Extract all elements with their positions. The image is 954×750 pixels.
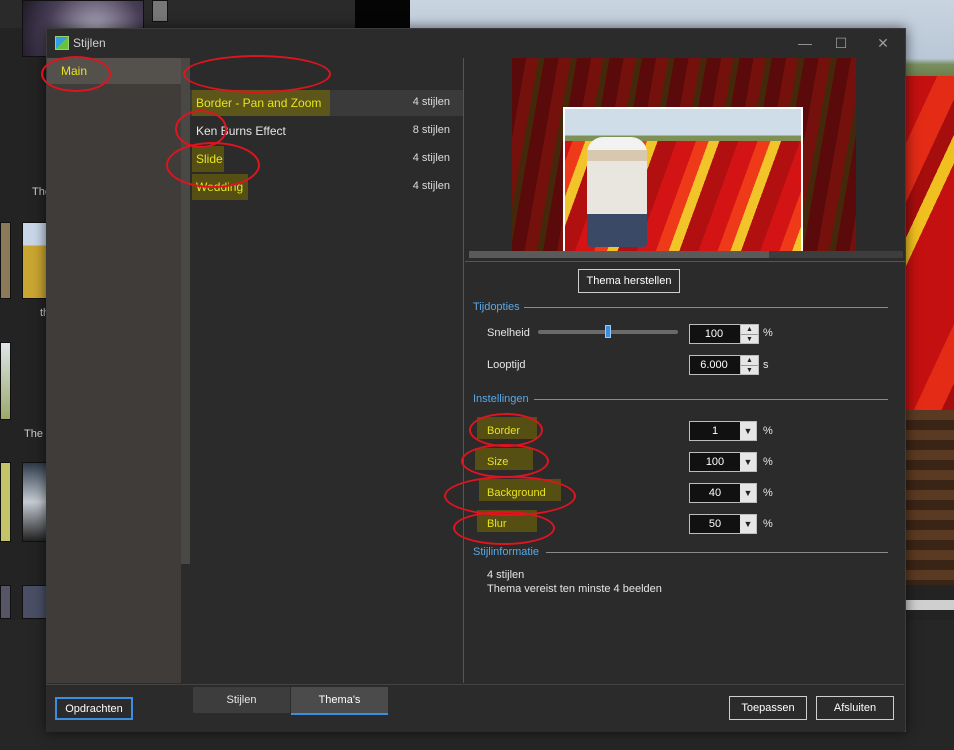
background-thumbnail[interactable] bbox=[0, 222, 11, 299]
section-title-settings: Instellingen bbox=[473, 393, 529, 405]
speed-up-icon[interactable]: ▲ bbox=[741, 325, 758, 334]
background-thumbnail[interactable] bbox=[152, 0, 168, 22]
duration-stepper[interactable]: 6.000 ▲ ▼ bbox=[689, 355, 759, 375]
blur-unit: % bbox=[763, 518, 773, 530]
background-unit: % bbox=[763, 487, 773, 499]
restore-theme-button[interactable]: Thema herstellen bbox=[578, 269, 680, 293]
border-value: 1 bbox=[711, 425, 719, 437]
background-thumbnail[interactable] bbox=[0, 462, 11, 542]
size-label: Size bbox=[487, 456, 509, 468]
section-title-style-info: Stijlinformatie bbox=[473, 546, 540, 558]
minimize-icon[interactable]: — bbox=[795, 33, 815, 53]
chevron-down-icon[interactable]: ▼ bbox=[740, 422, 756, 440]
apply-button[interactable]: Toepassen bbox=[729, 696, 807, 720]
style-name: Ken Burns Effect bbox=[196, 124, 286, 138]
category-pane: Main bbox=[47, 58, 181, 683]
style-count: 8 stijlen bbox=[412, 124, 450, 136]
section-title-time-options: Tijdopties bbox=[473, 301, 520, 313]
style-row-border-pan-zoom[interactable]: Border - Pan and Zoom 4 stijlen bbox=[190, 90, 464, 116]
style-info-requirement: Thema vereist ten minste 4 beelden bbox=[487, 583, 662, 595]
preview-scrollbar[interactable] bbox=[469, 251, 903, 258]
window-title: Stijlen bbox=[73, 36, 106, 50]
border-label: Border bbox=[487, 425, 521, 437]
chevron-down-icon[interactable]: ▼ bbox=[740, 453, 756, 471]
background-value: 40 bbox=[708, 487, 722, 499]
style-count: 4 stijlen bbox=[412, 152, 450, 164]
background-thumbnail[interactable] bbox=[0, 585, 11, 619]
tab-themes[interactable]: Thema's bbox=[291, 687, 388, 715]
speed-value[interactable]: 100 bbox=[690, 328, 738, 340]
chevron-down-icon[interactable]: ▼ bbox=[740, 515, 756, 533]
speed-down-icon[interactable]: ▼ bbox=[741, 334, 758, 344]
style-list: Border - Pan and Zoom 4 stijlen Ken Burn… bbox=[190, 58, 464, 683]
chevron-down-icon[interactable]: ▼ bbox=[740, 484, 756, 502]
speed-stepper[interactable]: 100 ▲ ▼ bbox=[689, 324, 759, 344]
duration-up-icon[interactable]: ▲ bbox=[741, 356, 758, 365]
tab-styles[interactable]: Stijlen bbox=[193, 687, 290, 713]
duration-unit: s bbox=[763, 359, 769, 371]
size-dropdown[interactable]: 100 ▼ bbox=[689, 452, 757, 472]
blur-dropdown[interactable]: 50 ▼ bbox=[689, 514, 757, 534]
background-thumbnail[interactable] bbox=[22, 585, 48, 619]
style-row-ken-burns[interactable]: Ken Burns Effect 8 stijlen bbox=[190, 118, 464, 144]
style-row-wedding[interactable]: Wedding 4 stijlen bbox=[190, 174, 464, 200]
preview-image bbox=[563, 107, 803, 257]
background-scrollbar[interactable] bbox=[904, 600, 954, 610]
border-unit: % bbox=[763, 425, 773, 437]
speed-label: Snelheid bbox=[487, 327, 530, 339]
duration-down-icon[interactable]: ▼ bbox=[741, 365, 758, 375]
section-divider bbox=[546, 552, 888, 553]
speed-unit: % bbox=[763, 327, 773, 339]
duration-label: Looptijd bbox=[487, 359, 526, 371]
tasks-button[interactable]: Opdrachten bbox=[55, 697, 133, 720]
style-name: Border - Pan and Zoom bbox=[196, 96, 322, 110]
styles-dialog: Stijlen — ☐ ✕ Main Border - Pan and Zoom… bbox=[46, 28, 906, 732]
preview-divider[interactable] bbox=[465, 261, 905, 262]
blur-value: 50 bbox=[708, 518, 722, 530]
style-count: 4 stijlen bbox=[412, 96, 450, 108]
category-item-main[interactable]: Main bbox=[47, 58, 181, 84]
style-name: Wedding bbox=[196, 180, 244, 194]
pane-divider[interactable] bbox=[463, 58, 464, 683]
category-label: Main bbox=[61, 64, 88, 78]
size-value: 100 bbox=[705, 456, 725, 468]
style-row-slide[interactable]: Slide 4 stijlen bbox=[190, 146, 464, 172]
preview-person bbox=[587, 137, 647, 247]
close-button[interactable]: Afsluiten bbox=[816, 696, 894, 720]
style-name: Slide bbox=[196, 152, 223, 166]
duration-value[interactable]: 6.000 bbox=[690, 359, 738, 371]
border-dropdown[interactable]: 1 ▼ bbox=[689, 421, 757, 441]
size-unit: % bbox=[763, 456, 773, 468]
style-info-count: 4 stijlen bbox=[487, 569, 525, 581]
section-divider bbox=[534, 399, 888, 400]
background-thumbnail[interactable] bbox=[0, 342, 11, 420]
section-divider bbox=[524, 307, 888, 308]
speed-slider-handle[interactable] bbox=[605, 325, 611, 338]
style-count: 4 stijlen bbox=[412, 180, 450, 192]
style-preview bbox=[465, 58, 905, 258]
speed-slider[interactable] bbox=[538, 325, 678, 338]
maximize-icon[interactable]: ☐ bbox=[831, 33, 851, 53]
background-thumbnail[interactable] bbox=[22, 222, 48, 299]
background-dropdown[interactable]: 40 ▼ bbox=[689, 483, 757, 503]
background-label: Background bbox=[487, 487, 546, 499]
title-bar[interactable]: Stijlen — ☐ ✕ bbox=[47, 29, 905, 57]
blur-label: Blur bbox=[487, 518, 507, 530]
app-icon bbox=[55, 36, 69, 50]
background-thumbnail[interactable] bbox=[22, 462, 48, 542]
close-icon[interactable]: ✕ bbox=[873, 33, 893, 53]
